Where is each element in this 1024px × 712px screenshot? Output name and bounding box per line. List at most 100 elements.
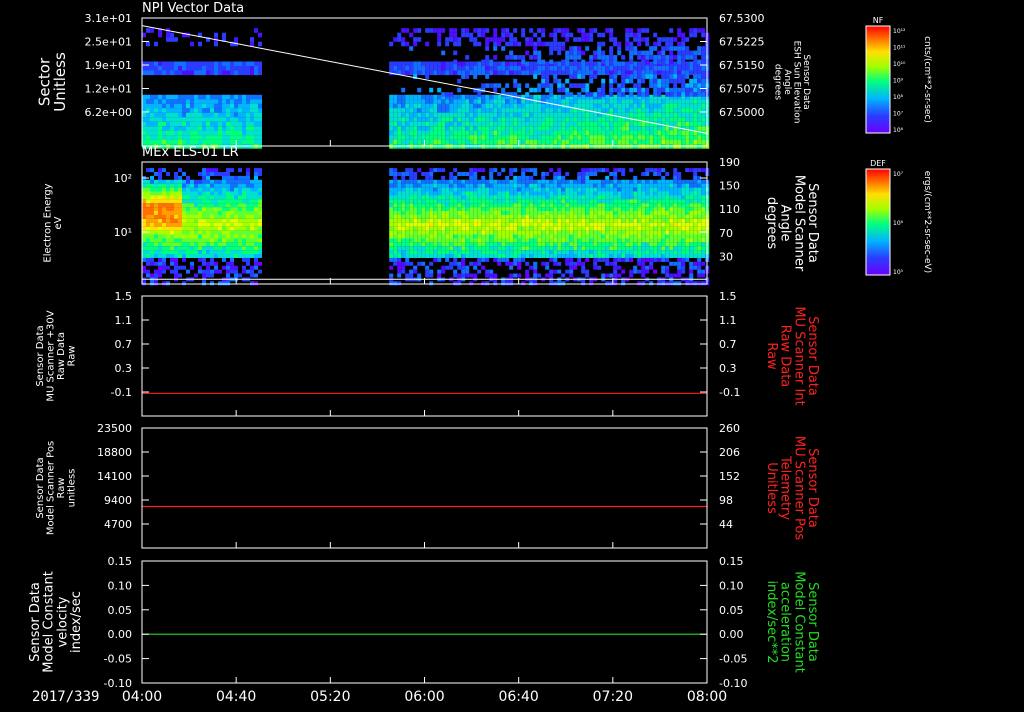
heatmap-cell xyxy=(401,215,405,219)
heatmap-cell xyxy=(569,117,573,122)
heatmap-cell xyxy=(194,254,198,258)
heatmap-cell xyxy=(393,37,397,42)
heatmap-cell xyxy=(597,211,601,215)
heatmap-cell xyxy=(693,168,697,172)
heatmap-cell xyxy=(581,122,585,127)
heatmap-cell xyxy=(597,227,601,231)
heatmap-cell xyxy=(673,207,677,211)
heatmap-cell xyxy=(673,184,677,188)
heatmap-cell xyxy=(629,250,633,254)
heatmap-cell xyxy=(481,168,485,172)
heatmap-cell xyxy=(681,42,685,47)
heatmap-cell xyxy=(449,215,453,219)
heatmap-cell xyxy=(677,117,681,122)
heatmap-cell xyxy=(182,215,186,219)
heatmap-cell xyxy=(561,99,565,104)
heatmap-cell xyxy=(485,207,489,211)
heatmap-cell xyxy=(529,28,533,33)
heatmap-cell xyxy=(489,235,493,239)
heatmap-cell xyxy=(461,231,465,235)
heatmap-cell xyxy=(613,74,617,79)
heatmap-cell xyxy=(469,180,473,184)
heatmap-cell xyxy=(222,62,226,67)
heatmap-cell xyxy=(657,207,661,211)
heatmap-cell xyxy=(573,113,577,118)
heatmap-cell xyxy=(150,195,154,199)
heatmap-cell xyxy=(246,270,250,274)
heatmap-cell xyxy=(437,211,441,215)
heatmap-cell xyxy=(258,113,262,118)
heatmap-cell xyxy=(601,180,605,184)
heatmap-cell xyxy=(549,42,553,47)
heatmap-cell xyxy=(541,95,545,100)
heatmap-cell xyxy=(657,258,661,262)
heatmap-cell xyxy=(409,62,413,67)
heatmap-cell xyxy=(146,99,150,104)
heatmap-cell xyxy=(641,219,645,223)
heatmap-cell xyxy=(589,231,593,235)
heatmap-cell xyxy=(585,113,589,118)
heatmap-cell xyxy=(465,126,469,131)
heatmap-cell xyxy=(413,95,417,100)
heatmap-cell xyxy=(605,219,609,223)
heatmap-cell xyxy=(481,176,485,180)
heatmap-cell xyxy=(166,33,170,38)
heatmap-cell xyxy=(689,51,693,56)
heatmap-cell xyxy=(473,242,477,246)
heatmap-cell xyxy=(222,140,226,145)
heatmap-cell xyxy=(433,235,437,239)
heatmap-cell xyxy=(445,192,449,196)
heatmap-cell xyxy=(485,135,489,140)
heatmap-cell xyxy=(178,66,182,71)
heatmap-cell xyxy=(417,66,421,71)
heatmap-cell xyxy=(533,207,537,211)
heatmap-cell xyxy=(501,135,505,140)
heatmap-cell xyxy=(673,192,677,196)
heatmap-cell xyxy=(573,223,577,227)
heatmap-cell xyxy=(258,184,262,188)
heatmap-cell xyxy=(246,258,250,262)
heatmap-cell xyxy=(437,274,441,278)
heatmap-cell xyxy=(421,207,425,211)
heatmap-cell xyxy=(677,176,681,180)
heatmap-cell xyxy=(186,227,190,231)
heatmap-cell xyxy=(230,113,234,118)
heatmap-cell xyxy=(521,227,525,231)
heatmap-cell xyxy=(693,223,697,227)
heatmap-cell xyxy=(461,33,465,38)
heatmap-cell xyxy=(190,203,194,207)
heatmap-cell xyxy=(214,62,218,67)
heatmap-cell xyxy=(677,266,681,270)
heatmap-cell xyxy=(242,227,246,231)
heatmap-cell xyxy=(545,223,549,227)
heatmap-cell xyxy=(150,113,154,118)
heatmap-cell xyxy=(401,270,405,274)
heatmap-cell xyxy=(561,95,565,100)
heatmap-cell xyxy=(254,262,258,266)
heatmap-cell xyxy=(557,131,561,136)
heatmap-cell xyxy=(465,184,469,188)
heatmap-cell xyxy=(425,250,429,254)
heatmap-cell xyxy=(238,207,242,211)
heatmap-cell xyxy=(697,258,701,262)
heatmap-cell xyxy=(657,242,661,246)
heatmap-cell xyxy=(593,168,597,172)
heatmap-cell xyxy=(178,62,182,67)
heatmap-cell xyxy=(661,215,665,219)
heatmap-cell xyxy=(501,180,505,184)
heatmap-cell xyxy=(246,199,250,203)
heatmap-cell xyxy=(437,180,441,184)
heatmap-cell xyxy=(162,126,166,131)
heatmap-cell xyxy=(561,46,565,51)
heatmap-cell xyxy=(246,117,250,122)
heatmap-cell xyxy=(513,211,517,215)
heatmap-cell xyxy=(210,274,214,278)
heatmap-cell xyxy=(198,42,202,47)
heatmap-cell xyxy=(633,231,637,235)
heatmap-cell xyxy=(693,104,697,109)
heatmap-cell xyxy=(557,199,561,203)
heatmap-cell xyxy=(613,88,617,93)
heatmap-cell xyxy=(509,33,513,38)
heatmap-cell xyxy=(146,168,150,172)
heatmap-cell xyxy=(174,71,178,76)
